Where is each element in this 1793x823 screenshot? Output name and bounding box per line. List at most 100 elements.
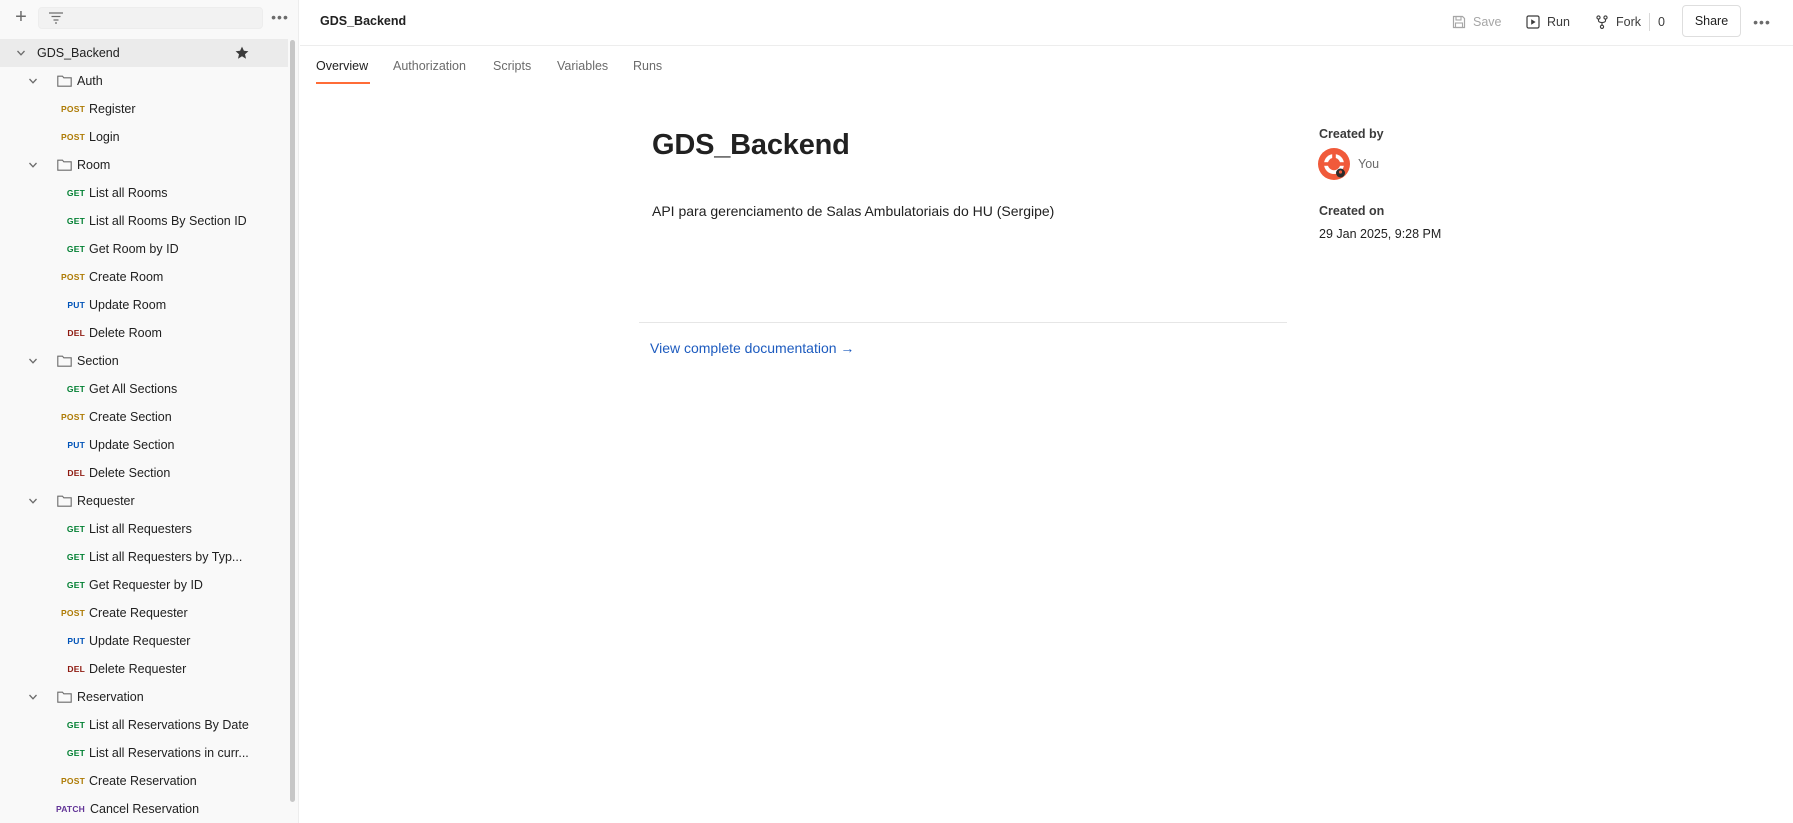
request-item[interactable]: GET List all Reservations By Date <box>0 711 288 739</box>
collection-tree: GDS_Backend Auth POST Register POST Login Room… <box>0 39 288 823</box>
request-label: Get Room by ID <box>89 242 179 256</box>
sidebar-scrollbar[interactable] <box>290 40 295 802</box>
request-item[interactable]: GET List all Requesters by Typ... <box>0 543 288 571</box>
chevron-down-icon <box>17 50 25 56</box>
collection-description[interactable]: API para gerenciamento de Salas Ambulato… <box>652 203 1054 219</box>
method-badge: GET <box>66 580 85 590</box>
method-badge: GET <box>66 552 85 562</box>
tab-overview[interactable]: Overview <box>316 59 368 83</box>
method-badge: POST <box>61 272 85 282</box>
method-badge: GET <box>66 216 85 226</box>
fork-button[interactable]: Fork <box>1595 12 1641 32</box>
folder-requester[interactable]: Requester <box>0 487 288 515</box>
folder-icon <box>57 495 72 507</box>
request-label: List all Requesters by Typ... <box>89 550 243 564</box>
method-badge: PUT <box>67 300 85 310</box>
app-window: + ••• GDS_Backend Auth POST Register POST Log… <box>0 0 1793 823</box>
request-label: Update Section <box>89 438 175 452</box>
method-badge: GET <box>66 244 85 254</box>
request-item[interactable]: POST Create Room <box>0 263 288 291</box>
fork-label: Fork <box>1616 15 1641 29</box>
method-badge: GET <box>66 188 85 198</box>
folder-label: Section <box>77 354 119 368</box>
header-bar: GDS_Backend Save Run Fork 0 Share ••• <box>300 0 1793 46</box>
chevron-down-icon <box>29 694 37 700</box>
request-item[interactable]: DEL Delete Requester <box>0 655 288 683</box>
request-label: Login <box>89 130 120 144</box>
request-item[interactable]: POST Create Requester <box>0 599 288 627</box>
folder-label: Room <box>77 158 111 172</box>
method-badge: POST <box>61 104 85 114</box>
request-item[interactable]: DEL Delete Room <box>0 319 288 347</box>
tab-scripts[interactable]: Scripts <box>493 59 531 83</box>
request-item[interactable]: GET List all Rooms By Section ID <box>0 207 288 235</box>
tab-authorization[interactable]: Authorization <box>393 59 466 83</box>
folder-reservation[interactable]: Reservation <box>0 683 288 711</box>
folder-icon <box>57 355 72 367</box>
save-button[interactable]: Save <box>1452 12 1504 32</box>
page-title: GDS_Backend <box>320 14 407 28</box>
chevron-down-icon <box>29 162 37 168</box>
request-item[interactable]: GET Get Requester by ID <box>0 571 288 599</box>
method-badge: POST <box>61 132 85 142</box>
request-item[interactable]: GET List all Reservations in curr... <box>0 739 288 767</box>
filter-icon <box>49 12 63 24</box>
request-item[interactable]: GET Get Room by ID <box>0 235 288 263</box>
chevron-down-icon <box>29 358 37 364</box>
folder-section[interactable]: Section <box>0 347 288 375</box>
run-label: Run <box>1547 15 1570 29</box>
method-badge: PATCH <box>55 804 85 814</box>
folder-icon <box>57 159 72 171</box>
request-item[interactable]: POST Register <box>0 95 288 123</box>
folder-label: Reservation <box>77 690 144 704</box>
chevron-down-icon <box>29 78 37 84</box>
request-item[interactable]: PATCH Cancel Reservation <box>0 795 288 823</box>
request-label: Delete Requester <box>89 662 187 676</box>
request-item[interactable]: PUT Update Room <box>0 291 288 319</box>
star-icon[interactable] <box>235 46 249 60</box>
request-label: Create Room <box>89 270 164 284</box>
request-label: Delete Room <box>89 326 162 340</box>
folder-icon <box>57 75 72 87</box>
method-badge: GET <box>66 748 85 758</box>
fork-count[interactable]: 0 <box>1658 12 1665 32</box>
request-item[interactable]: GET List all Requesters <box>0 515 288 543</box>
filter-input[interactable] <box>38 7 263 29</box>
request-label: Create Reservation <box>89 774 197 788</box>
sidebar: + ••• GDS_Backend Auth POST Register POST Log… <box>0 0 299 823</box>
run-button[interactable]: Run <box>1526 12 1572 32</box>
request-label: Create Requester <box>89 606 188 620</box>
request-label: Get Requester by ID <box>89 578 203 592</box>
save-icon <box>1452 15 1466 29</box>
request-label: List all Rooms By Section ID <box>89 214 247 228</box>
method-badge: PUT <box>67 440 85 450</box>
tab-runs[interactable]: Runs <box>633 59 662 83</box>
collection-root[interactable]: GDS_Backend <box>0 39 288 67</box>
header-more-icon[interactable]: ••• <box>1751 12 1773 32</box>
request-item[interactable]: GET List all Rooms <box>0 179 288 207</box>
tab-variables[interactable]: Variables <box>557 59 608 83</box>
request-label: Get All Sections <box>89 382 178 396</box>
request-item[interactable]: PUT Update Section <box>0 431 288 459</box>
request-label: List all Requesters <box>89 522 192 536</box>
method-badge: POST <box>61 776 85 786</box>
request-item[interactable]: POST Create Reservation <box>0 767 288 795</box>
request-item[interactable]: POST Login <box>0 123 288 151</box>
request-label: Delete Section <box>89 466 171 480</box>
sidebar-more-icon[interactable]: ••• <box>270 8 290 26</box>
request-item[interactable]: POST Create Section <box>0 403 288 431</box>
request-item[interactable]: DEL Delete Section <box>0 459 288 487</box>
share-button[interactable]: Share <box>1682 5 1741 37</box>
add-icon[interactable]: + <box>12 7 30 27</box>
request-label: Update Room <box>89 298 167 312</box>
folder-room[interactable]: Room <box>0 151 288 179</box>
avatar[interactable] <box>1318 148 1350 180</box>
request-item[interactable]: GET Get All Sections <box>0 375 288 403</box>
active-tab-indicator <box>316 82 370 84</box>
request-item[interactable]: PUT Update Requester <box>0 627 288 655</box>
method-badge: PUT <box>67 636 85 646</box>
method-badge: POST <box>61 608 85 618</box>
view-documentation-link[interactable]: View complete documentation → <box>650 340 854 356</box>
request-label: Cancel Reservation <box>90 802 200 816</box>
folder-auth[interactable]: Auth <box>0 67 288 95</box>
